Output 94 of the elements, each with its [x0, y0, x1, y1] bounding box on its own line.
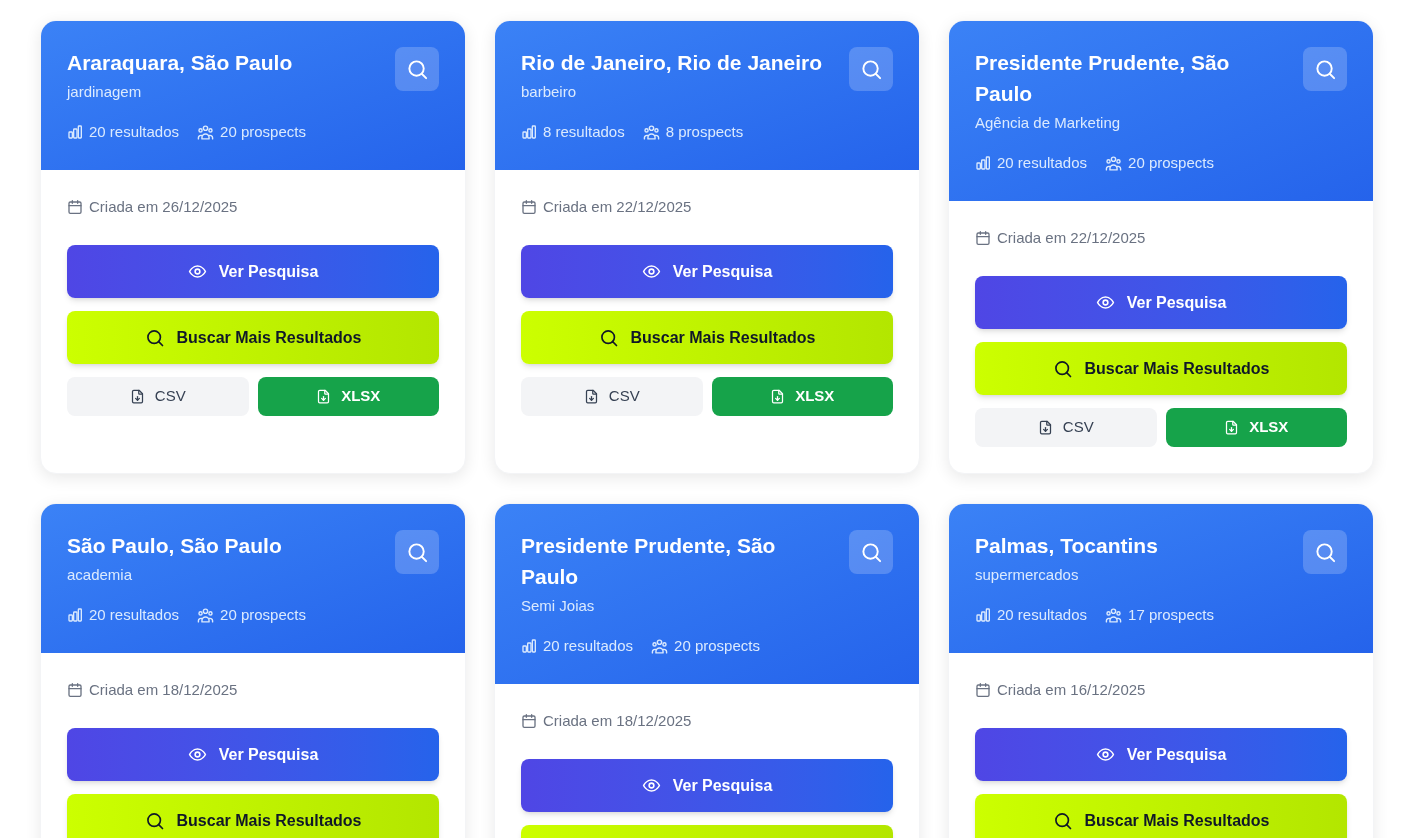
prospects-count: 20 prospects [1128, 153, 1214, 173]
file-download-icon [583, 389, 599, 404]
users-icon [1105, 154, 1123, 172]
search-button[interactable] [1303, 530, 1347, 574]
category-label: jardinagem [67, 82, 143, 102]
category-label: Agência de Marketing [975, 113, 1122, 133]
created-date: Criada em 16/12/2025 [997, 680, 1146, 700]
results-count: 20 resultados [997, 605, 1088, 625]
view-button[interactable]: Ver Pesquisa [521, 245, 893, 298]
users-icon [197, 123, 215, 141]
search-icon [144, 810, 165, 831]
calendar-icon [975, 230, 991, 246]
card-title: Araraquara, São Paulo [67, 50, 294, 76]
created-date: Criada em 18/12/2025 [89, 680, 238, 700]
file-download-icon [1037, 420, 1053, 435]
created-date: Criada em 22/12/2025 [543, 197, 692, 217]
xlsx-button[interactable]: XLSX [257, 377, 439, 416]
bar-chart-icon [521, 124, 537, 140]
calendar-icon [521, 713, 537, 729]
search-icon [859, 57, 883, 81]
category-label: barbeiro [521, 82, 578, 102]
eye-icon [187, 745, 207, 764]
card-title: Presidente Prudente, São Paulo [975, 50, 1231, 107]
search-icon [1313, 540, 1337, 564]
users-icon [651, 637, 669, 655]
file-download-icon [770, 389, 786, 404]
csv-button[interactable]: CSV [67, 377, 249, 416]
search-icon [859, 540, 883, 564]
eye-icon [187, 262, 207, 281]
prospects-count: 17 prospects [1128, 605, 1214, 625]
search-icon [405, 57, 429, 81]
xlsx-button[interactable]: XLSX [711, 377, 893, 416]
card-title: Rio de Janeiro, Rio de Janeiro [521, 50, 824, 76]
created-date: Criada em 18/12/2025 [543, 711, 692, 731]
bar-chart-icon [975, 607, 991, 623]
eye-icon [641, 262, 661, 281]
bar-chart-icon [975, 155, 991, 171]
category-label: supermercados [975, 565, 1080, 585]
csv-button[interactable]: CSV [975, 408, 1157, 447]
file-download-icon [316, 389, 332, 404]
created-date: Criada em 22/12/2025 [997, 228, 1146, 248]
card-title: Presidente Prudente, São Paulo [521, 533, 777, 590]
file-download-icon [129, 389, 145, 404]
users-icon [197, 606, 215, 624]
users-icon [642, 123, 660, 141]
eye-icon [1095, 293, 1115, 312]
results-count: 20 resultados [543, 636, 634, 656]
users-icon [1105, 606, 1123, 624]
search-button[interactable] [395, 47, 439, 91]
search-more-button[interactable]: Buscar Mais Resultados [975, 342, 1347, 395]
search-more-button[interactable]: Buscar Mais Resultados [975, 794, 1347, 838]
search-button[interactable] [849, 530, 893, 574]
view-button[interactable]: Ver Pesquisa [975, 276, 1347, 329]
search-button[interactable] [395, 530, 439, 574]
search-icon [598, 327, 619, 348]
card-title: Palmas, Tocantins [975, 533, 1159, 559]
search-icon [1052, 810, 1073, 831]
created-date: Criada em 26/12/2025 [89, 197, 238, 217]
search-button[interactable] [1303, 47, 1347, 91]
calendar-icon [67, 199, 83, 215]
prospects-count: 20 prospects [220, 605, 306, 625]
prospects-count: 8 prospects [665, 122, 744, 142]
search-icon [405, 540, 429, 564]
search-icon [1052, 358, 1073, 379]
card-title: São Paulo, São Paulo [67, 533, 283, 559]
search-more-button[interactable]: Buscar Mais Resultados [67, 311, 439, 364]
eye-icon [1095, 745, 1115, 764]
bar-chart-icon [67, 607, 83, 623]
search-more-button[interactable]: Buscar Mais Resultados [521, 311, 893, 364]
view-button[interactable]: Ver Pesquisa [67, 728, 439, 781]
bar-chart-icon [521, 638, 537, 654]
csv-button[interactable]: CSV [521, 377, 703, 416]
search-icon [144, 327, 165, 348]
category-label: academia [67, 565, 134, 585]
eye-icon [641, 776, 661, 795]
file-download-icon [1224, 420, 1240, 435]
calendar-icon [67, 682, 83, 698]
results-count: 20 resultados [997, 153, 1088, 173]
category-label: Semi Joias [521, 596, 596, 616]
results-count: 20 resultados [89, 122, 180, 142]
bar-chart-icon [67, 124, 83, 140]
view-button[interactable]: Ver Pesquisa [975, 728, 1347, 781]
results-count: 8 resultados [543, 122, 625, 142]
calendar-icon [521, 199, 537, 215]
search-icon [1313, 57, 1337, 81]
prospects-count: 20 prospects [674, 636, 760, 656]
prospects-count: 20 prospects [220, 122, 306, 142]
xlsx-button[interactable]: XLSX [1165, 408, 1347, 447]
view-button[interactable]: Ver Pesquisa [521, 759, 893, 812]
search-button[interactable] [849, 47, 893, 91]
results-count: 20 resultados [89, 605, 180, 625]
calendar-icon [975, 682, 991, 698]
search-more-button[interactable]: Buscar Mais Resultados [67, 794, 439, 838]
view-button[interactable]: Ver Pesquisa [67, 245, 439, 298]
